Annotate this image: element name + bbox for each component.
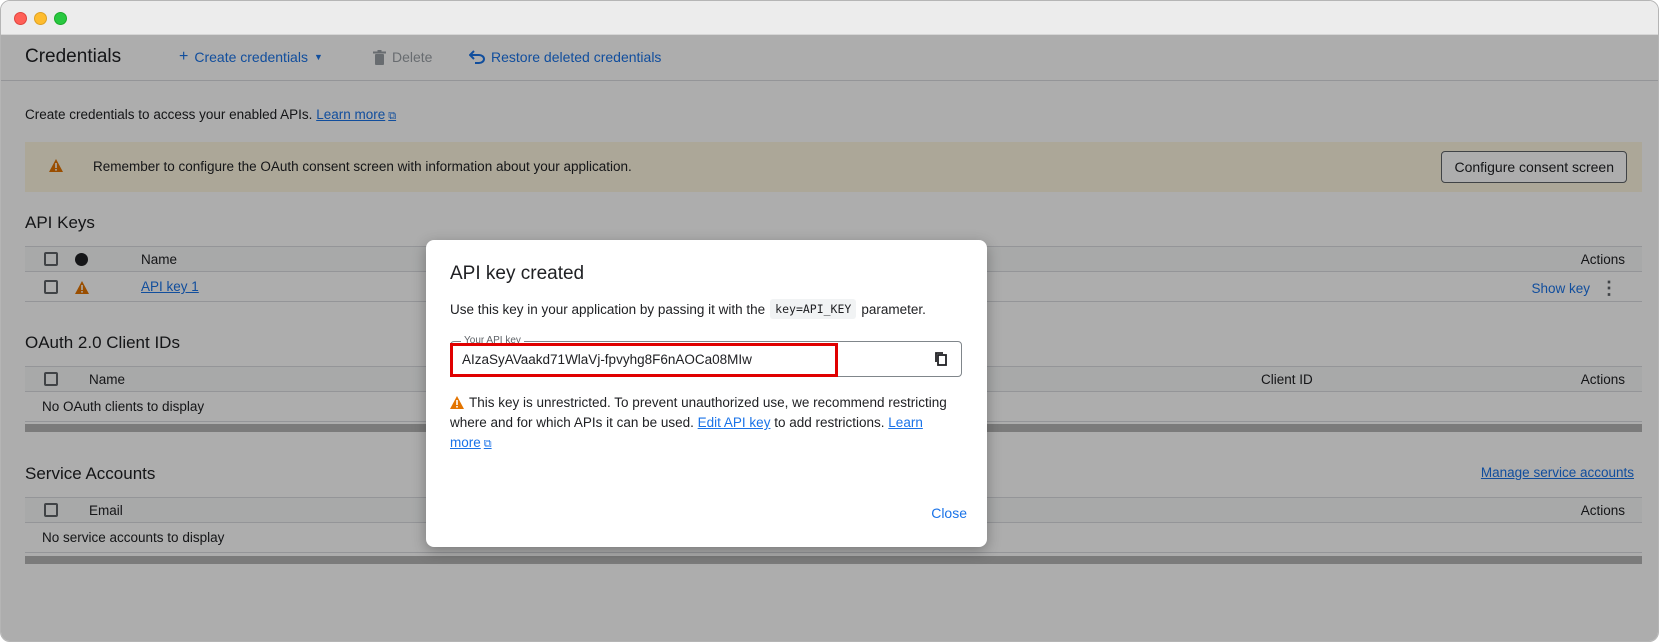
credentials-page: Credentials + Create credentials ▼ Delet… (1, 35, 1658, 641)
dialog-title: API key created (450, 263, 585, 284)
copy-icon[interactable] (933, 351, 949, 367)
api-key-highlight-box (450, 343, 838, 377)
app-window: Credentials + Create credentials ▼ Delet… (0, 0, 1659, 642)
dialog-desc-after: parameter. (861, 301, 926, 317)
window-titlebar (1, 1, 1658, 35)
minimize-window-button[interactable] (34, 12, 47, 25)
close-window-button[interactable] (14, 12, 27, 25)
dialog-desc-before: Use this key in your application by pass… (450, 301, 766, 317)
warning-icon (450, 396, 464, 409)
api-key-created-dialog: API key created Use this key in your app… (426, 240, 987, 547)
close-dialog-button[interactable]: Close (931, 505, 967, 521)
dialog-description: Use this key in your application by pass… (450, 299, 926, 319)
dialog-desc-code: key=API_KEY (770, 299, 857, 319)
dialog-warning-text: This key is unrestricted. To prevent una… (450, 393, 965, 454)
external-link-icon: ⧉ (483, 438, 492, 450)
dialog-warning-part2: to add restrictions. (774, 415, 885, 430)
edit-api-key-link[interactable]: Edit API key (698, 415, 771, 430)
zoom-window-button[interactable] (54, 12, 67, 25)
